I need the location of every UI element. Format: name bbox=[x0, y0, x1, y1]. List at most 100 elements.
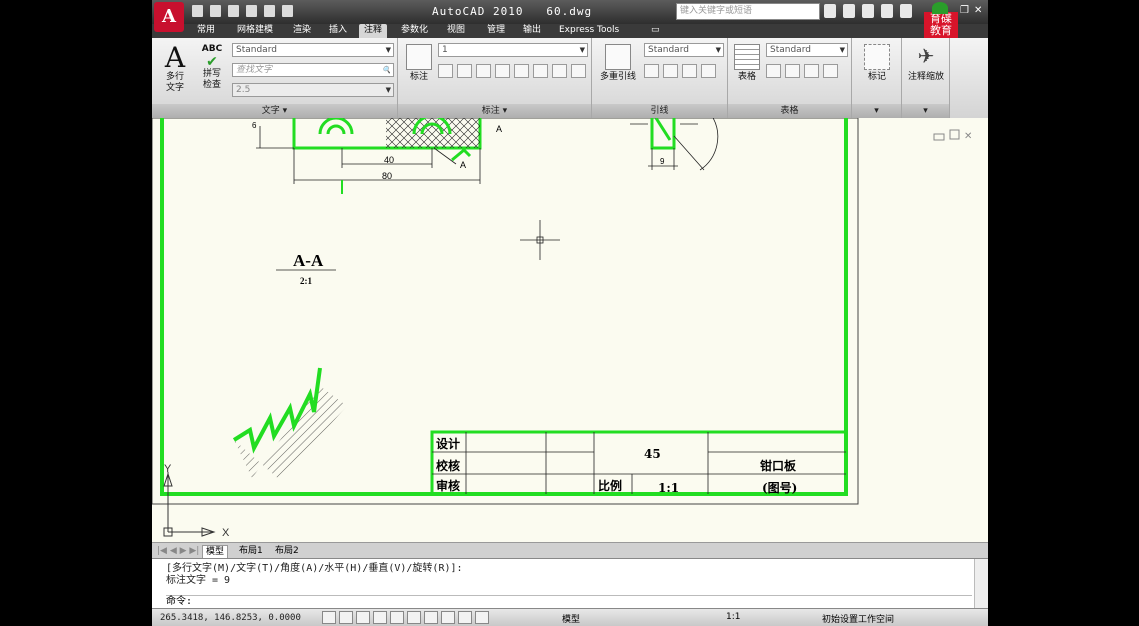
dyn-icon[interactable] bbox=[441, 611, 455, 624]
table-button[interactable]: 表格 bbox=[732, 44, 762, 83]
dim-6-text: 6 bbox=[252, 121, 257, 130]
align-leader-icon[interactable] bbox=[682, 64, 697, 78]
close-icon[interactable]: ✕ bbox=[974, 5, 982, 16]
brand-watermark: 育碟 教育 bbox=[924, 2, 958, 38]
app-name: AutoCAD 2010 bbox=[432, 5, 524, 18]
dim-9-text: 9 bbox=[660, 157, 665, 166]
check-label: 校核 bbox=[436, 458, 460, 473]
drawing-canvas[interactable]: 40 80 6 A A 9 A-A 2:1 设计 校核 审核 45 比例 1:1… bbox=[152, 118, 988, 542]
star-icon[interactable] bbox=[881, 4, 893, 18]
dim-style-combo[interactable]: 1 ▼ bbox=[438, 43, 588, 57]
annotation-scaling-button[interactable]: ✈ 注释缩放 bbox=[902, 44, 950, 83]
dimension-panel-footer[interactable]: 标注 ▾ bbox=[398, 104, 591, 118]
dim-oblique-icon[interactable] bbox=[571, 64, 586, 78]
mtext-button[interactable]: A 多行 文字 bbox=[160, 44, 190, 94]
tab-view[interactable]: 视图 bbox=[442, 24, 470, 38]
redo-icon[interactable] bbox=[264, 5, 275, 17]
print-icon[interactable] bbox=[282, 5, 293, 17]
open-icon[interactable] bbox=[210, 5, 221, 17]
tab-mesh-modeling[interactable]: 网格建模 bbox=[232, 24, 278, 38]
add-leader-icon[interactable] bbox=[644, 64, 659, 78]
table-panel-footer[interactable]: 表格 bbox=[728, 104, 851, 118]
tab-layout1[interactable]: 布局1 bbox=[236, 545, 266, 557]
tab-manage[interactable]: 管理 bbox=[482, 24, 510, 38]
dim-inspect-icon[interactable] bbox=[552, 64, 567, 78]
drawing-svg[interactable]: 40 80 6 A A 9 A-A 2:1 设计 校核 审核 45 比例 1:1… bbox=[152, 118, 988, 542]
table-style-value: Standard bbox=[770, 45, 811, 55]
find-replace-icon[interactable]: 🔍 bbox=[382, 64, 391, 76]
dim-space-icon[interactable] bbox=[457, 64, 472, 78]
workspace-switch[interactable]: 初始设置工作空间 bbox=[822, 612, 894, 625]
search-input[interactable]: 键入关键字或短语 bbox=[676, 3, 820, 20]
crosshair-cursor bbox=[520, 220, 560, 260]
text-style-combo[interactable]: Standard ▼ bbox=[232, 43, 394, 57]
revcloud-icon bbox=[864, 44, 890, 70]
find-text-input[interactable]: 查找文字 🔍 bbox=[232, 63, 394, 77]
dim-baseline-icon[interactable] bbox=[514, 64, 529, 78]
close-icon[interactable]: ✕ bbox=[964, 131, 972, 142]
table-style-combo[interactable]: Standard ▼ bbox=[766, 43, 848, 57]
text-panel-footer[interactable]: 文字 ▾ bbox=[152, 104, 397, 118]
satellite-icon[interactable] bbox=[862, 4, 874, 18]
extract-data-icon[interactable] bbox=[766, 64, 781, 78]
restore-icon[interactable]: ❐ bbox=[960, 5, 969, 16]
restore-icon[interactable] bbox=[949, 129, 960, 140]
application-menu-button[interactable]: A bbox=[154, 2, 184, 32]
dim-update-icon[interactable] bbox=[476, 64, 491, 78]
tab-parametric[interactable]: 参数化 bbox=[396, 24, 433, 38]
ortho-icon[interactable] bbox=[356, 611, 370, 624]
quick-properties-icon[interactable] bbox=[475, 611, 489, 624]
save-icon[interactable] bbox=[228, 5, 239, 17]
annotation-scaling-footer[interactable]: ▾ bbox=[902, 104, 949, 118]
download-data-icon[interactable] bbox=[804, 64, 819, 78]
annotation-scale[interactable]: 1:1 bbox=[726, 612, 740, 622]
remove-leader-icon[interactable] bbox=[663, 64, 678, 78]
help-icon[interactable] bbox=[900, 4, 912, 18]
mleader-style-combo[interactable]: Standard ▼ bbox=[644, 43, 724, 57]
section-scale: 2:1 bbox=[300, 276, 312, 286]
link-data-icon[interactable] bbox=[785, 64, 800, 78]
spell-check-button[interactable]: ABC ✔ 拼写 检查 bbox=[196, 44, 228, 91]
tab-express-tools[interactable]: Express Tools bbox=[554, 24, 624, 38]
tab-insert[interactable]: 插入 bbox=[324, 24, 352, 38]
tab-model[interactable]: 模型 bbox=[202, 545, 229, 559]
text-height-combo[interactable]: 2.5 ▼ bbox=[232, 83, 394, 97]
layout-nav-icon[interactable]: |◀ ◀ ▶ ▶| bbox=[154, 545, 202, 557]
undo-icon[interactable] bbox=[246, 5, 257, 17]
ucs-y-label: Y bbox=[164, 463, 172, 475]
wrench-icon[interactable] bbox=[843, 4, 855, 18]
annotation-scale-icon: ✈ bbox=[917, 44, 935, 68]
model-space-button[interactable]: 模型 bbox=[562, 612, 580, 625]
polar-icon[interactable] bbox=[373, 611, 387, 624]
markup-panel-footer[interactable]: ▾ bbox=[852, 104, 901, 118]
multileader-button[interactable]: 多重引线 bbox=[596, 44, 640, 83]
dim-break-icon[interactable] bbox=[495, 64, 510, 78]
dim-continue-icon[interactable] bbox=[438, 64, 453, 78]
tab-home[interactable]: 常用 bbox=[192, 24, 220, 38]
tab-layout2[interactable]: 布局2 bbox=[272, 545, 302, 557]
command-scrollbar[interactable] bbox=[974, 559, 988, 609]
grid-icon[interactable] bbox=[339, 611, 353, 624]
osnap-icon[interactable] bbox=[390, 611, 404, 624]
collect-leader-icon[interactable] bbox=[701, 64, 716, 78]
new-icon[interactable] bbox=[192, 5, 203, 17]
chevron-down-icon: ▼ bbox=[715, 46, 721, 54]
tab-render[interactable]: 渲染 bbox=[288, 24, 316, 38]
otrack-icon[interactable] bbox=[407, 611, 421, 624]
leader-panel-footer[interactable]: 引线 bbox=[592, 104, 727, 118]
dimension-button[interactable]: 标注 bbox=[402, 44, 436, 83]
upload-data-icon[interactable] bbox=[823, 64, 838, 78]
ribbon-minimize-icon[interactable]: ▭ bbox=[646, 24, 665, 38]
snap-mode-icon[interactable] bbox=[322, 611, 336, 624]
binoculars-icon[interactable] bbox=[824, 4, 836, 18]
dim-jog-icon[interactable] bbox=[533, 64, 548, 78]
tab-output[interactable]: 输出 bbox=[518, 24, 546, 38]
brand-text: 育碟 教育 bbox=[930, 12, 952, 37]
command-input[interactable]: 命令: bbox=[166, 595, 972, 608]
ducs-icon[interactable] bbox=[424, 611, 438, 624]
lineweight-icon[interactable] bbox=[458, 611, 472, 624]
markup-button[interactable]: 标记 bbox=[860, 44, 894, 83]
minimize-icon[interactable] bbox=[933, 133, 945, 141]
paper-sheet bbox=[152, 118, 859, 505]
tab-annotate[interactable]: 注释 bbox=[359, 24, 388, 38]
